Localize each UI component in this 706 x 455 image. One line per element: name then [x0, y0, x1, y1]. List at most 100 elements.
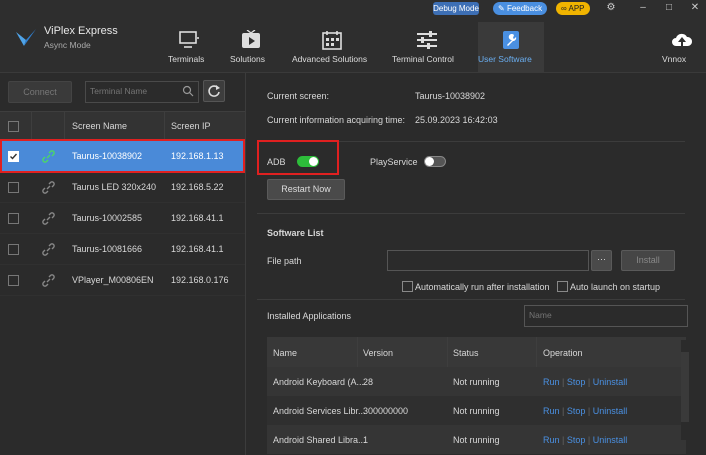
app-operations: Run | Stop | Uninstall [543, 435, 627, 445]
column-screen-ip[interactable]: Screen IP [171, 121, 211, 131]
app-link-icon: ∞ [561, 4, 567, 13]
app-row: Android Shared Libra... 1 Not running Ru… [267, 425, 686, 454]
terminal-name: Taurus-10002585 [72, 213, 143, 223]
nav-solutions[interactable]: Solutions [230, 22, 272, 72]
app-status: Not running [453, 377, 500, 387]
app-mode: Async Mode [44, 40, 91, 50]
uninstall-link[interactable]: Uninstall [593, 406, 628, 416]
app-name: Android Services Libr... [273, 406, 366, 416]
terminal-ip: 192.168.41.1 [171, 244, 224, 254]
playservice-label: PlayService [370, 157, 418, 167]
terminal-search-input[interactable] [86, 82, 178, 100]
app-status: Not running [453, 406, 500, 416]
debug-mode-button[interactable]: Debug Mode [433, 2, 479, 15]
adb-highlight [257, 140, 339, 175]
nav-terminals[interactable]: Terminals [168, 22, 210, 72]
stop-link[interactable]: Stop [567, 435, 586, 445]
column-operation[interactable]: Operation [543, 348, 583, 358]
app-version: 1 [363, 435, 369, 445]
auto-launch-checkbox[interactable] [557, 281, 568, 292]
current-screen-label: Current screen: [267, 91, 330, 101]
file-path-input[interactable] [387, 250, 589, 271]
row-checkbox[interactable] [8, 275, 19, 286]
terminal-row[interactable]: Taurus LED 320x240 192.168.5.22 [0, 172, 245, 203]
nav-user-software[interactable]: User Software [478, 22, 544, 72]
monitor-icon [179, 31, 199, 48]
refresh-icon [208, 85, 220, 97]
op-separator: | [587, 377, 591, 387]
row-checkbox[interactable] [8, 213, 19, 224]
terminal-row[interactable]: Taurus-10002585 192.168.41.1 [0, 203, 245, 234]
play-icon [242, 30, 260, 48]
auto-run-checkbox[interactable] [402, 281, 413, 292]
run-link[interactable]: Run [543, 377, 560, 387]
app-row: Android Services Libr... 300000000 Not r… [267, 396, 686, 425]
row-checkbox[interactable] [8, 182, 19, 193]
app-version: 28 [363, 377, 374, 387]
run-link[interactable]: Run [543, 406, 560, 416]
search-icon[interactable] [182, 85, 194, 97]
app-button[interactable]: ∞ APP [556, 2, 590, 15]
uninstall-link[interactable]: Uninstall [593, 435, 628, 445]
nav-advanced-solutions-label: Advanced Solutions [292, 54, 368, 64]
restart-now-button[interactable]: Restart Now [267, 179, 345, 200]
op-separator: | [562, 435, 565, 445]
installed-search-input[interactable] [525, 306, 679, 324]
uninstall-link[interactable]: Uninstall [593, 377, 628, 387]
title-bar: ViPlex Express Async Mode Terminals Solu… [0, 0, 706, 73]
nav-vnnox[interactable]: Vnnox [662, 22, 702, 72]
installed-search-field[interactable] [524, 305, 688, 327]
app-row: Android Keyboard (A... 28 Not running Ru… [267, 367, 686, 396]
nav-advanced-solutions[interactable]: Advanced Solutions [292, 22, 372, 72]
terminal-list-panel: Connect Screen Name Screen IP [0, 73, 246, 455]
link-icon [42, 243, 55, 256]
terminal-name: Taurus LED 320x240 [72, 182, 157, 192]
column-status[interactable]: Status [453, 348, 479, 358]
feedback-icon: ✎ [498, 4, 505, 13]
terminal-table-header: Screen Name Screen IP [0, 111, 245, 141]
run-link[interactable]: Run [543, 435, 560, 445]
install-button[interactable]: Install [621, 250, 675, 271]
apps-scrollbar[interactable] [681, 340, 689, 440]
link-icon [42, 212, 55, 225]
op-separator: | [587, 406, 591, 416]
maximize-icon[interactable]: □ [662, 2, 676, 14]
app-version: 300000000 [363, 406, 409, 416]
auto-launch-label: Auto launch on startup [570, 282, 661, 292]
terminal-search-field[interactable] [85, 81, 199, 103]
refresh-button[interactable] [203, 80, 225, 102]
stop-link[interactable]: Stop [567, 377, 586, 387]
close-icon[interactable]: ✕ [688, 2, 702, 14]
connect-button[interactable]: Connect [8, 81, 72, 103]
column-version[interactable]: Version [363, 348, 393, 358]
settings-gear-icon[interactable]: ⚙ [604, 2, 618, 14]
terminal-ip: 192.168.5.22 [171, 182, 224, 192]
op-separator: | [562, 377, 565, 387]
column-name[interactable]: Name [273, 348, 297, 358]
auto-run-label: Automatically run after installation [415, 282, 550, 292]
nav-terminals-label: Terminals [168, 54, 205, 64]
column-screen-name[interactable]: Screen Name [72, 121, 127, 131]
apps-table-header: Name Version Status Operation [267, 337, 686, 367]
stop-link[interactable]: Stop [567, 406, 586, 416]
nav-terminal-control-label: Terminal Control [392, 54, 454, 64]
installed-apps-title: Installed Applications [267, 311, 352, 321]
row-checkbox[interactable] [8, 244, 19, 255]
select-all-checkbox[interactable] [8, 121, 19, 132]
terminal-row[interactable]: Taurus-10081666 192.168.41.1 [0, 234, 245, 265]
terminal-row[interactable]: VPlayer_M00806EN 192.168.0.176 [0, 265, 245, 296]
nav-vnnox-label: Vnnox [662, 54, 687, 64]
feedback-label: Feedback [506, 4, 543, 13]
browse-button[interactable]: ··· [591, 250, 612, 271]
playservice-toggle[interactable] [424, 156, 446, 167]
minimize-icon[interactable]: – [636, 2, 650, 14]
nav-terminal-control[interactable]: Terminal Control [392, 22, 462, 72]
app-name: Android Keyboard (A... [273, 377, 365, 387]
feedback-button[interactable]: ✎ Feedback [493, 2, 548, 15]
scrollbar-thumb[interactable] [681, 352, 689, 422]
software-list-title: Software List [267, 228, 324, 238]
app-operations: Run | Stop | Uninstall [543, 377, 627, 387]
file-path-label: File path [267, 256, 302, 266]
link-icon [42, 274, 55, 287]
terminal-name: Taurus-10081666 [72, 244, 143, 254]
